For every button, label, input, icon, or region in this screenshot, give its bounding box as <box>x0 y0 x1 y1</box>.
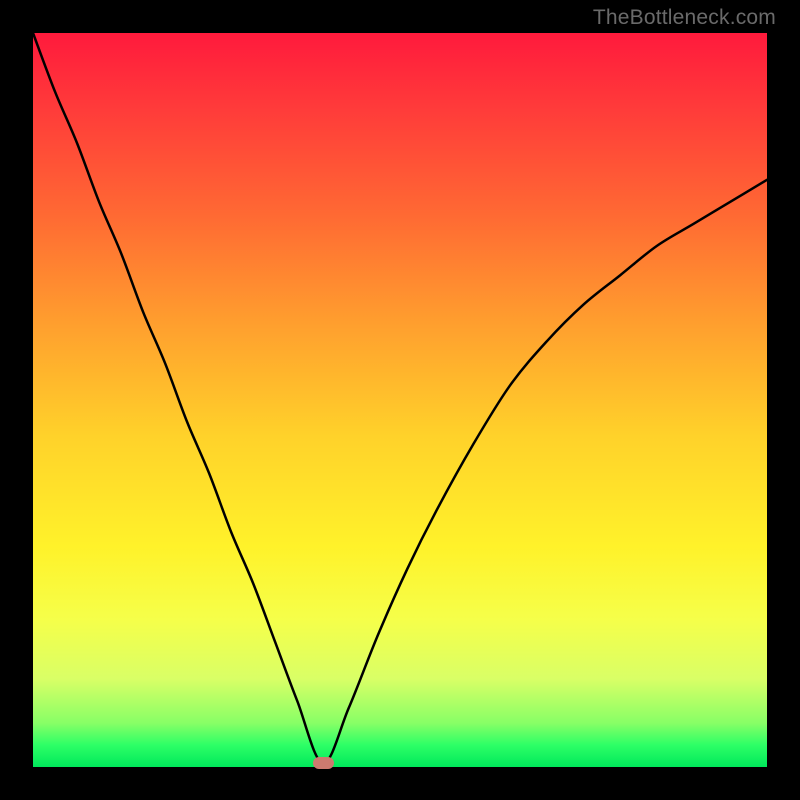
bottleneck-curve <box>33 33 767 767</box>
watermark-label: TheBottleneck.com <box>593 6 776 30</box>
chart-frame: TheBottleneck.com <box>0 0 800 800</box>
plot-area <box>33 33 767 767</box>
minimum-marker <box>313 757 334 769</box>
